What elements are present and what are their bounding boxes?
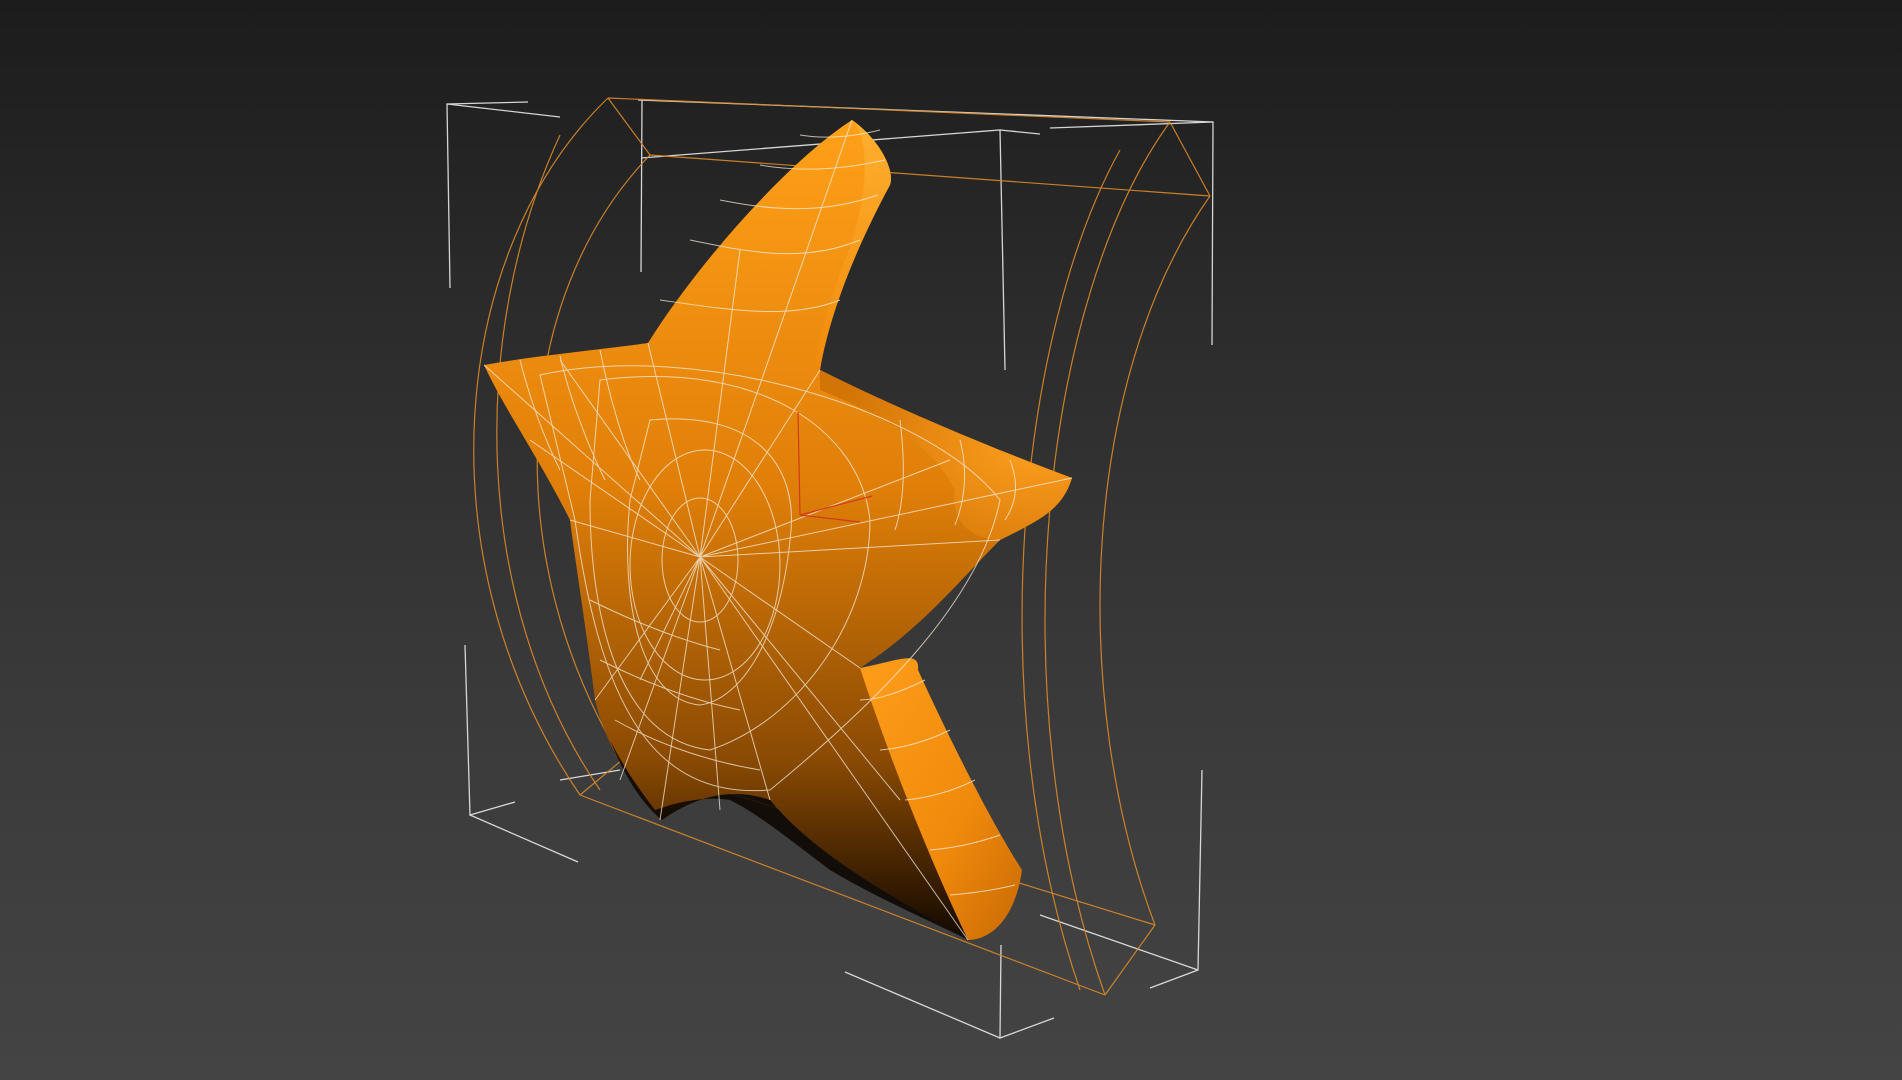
3d-viewport[interactable] (0, 0, 1902, 1080)
viewport-scene (446, 97, 1214, 1039)
star-object[interactable] (483, 119, 1073, 941)
